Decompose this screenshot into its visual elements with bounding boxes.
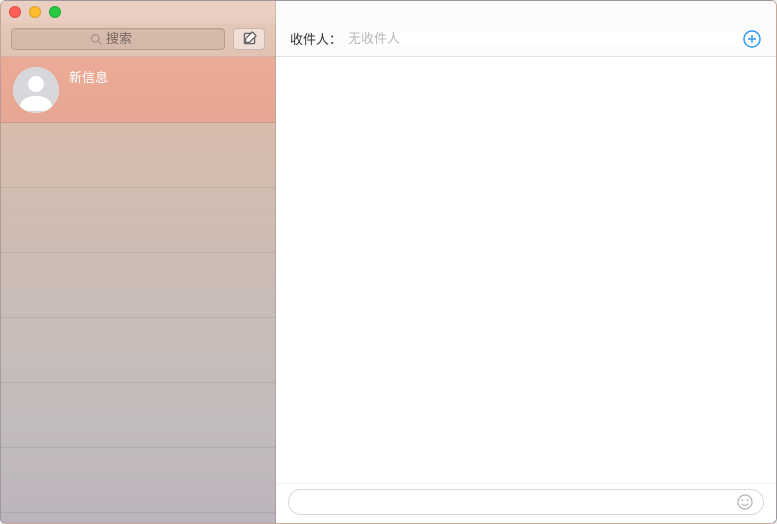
maximize-button[interactable] [49, 6, 61, 18]
person-icon [13, 67, 59, 113]
minimize-button[interactable] [29, 6, 41, 18]
compose-icon [242, 31, 257, 46]
search-icon [90, 33, 102, 45]
messages-window: 新信息 收件人： [0, 0, 777, 524]
message-input[interactable] [301, 495, 735, 510]
message-field[interactable] [288, 489, 764, 515]
chat-body [276, 57, 776, 483]
search-field[interactable] [11, 28, 225, 50]
recipient-label: 收件人： [290, 29, 342, 48]
list-item [1, 318, 275, 383]
input-bar [276, 483, 776, 523]
titlebar [1, 1, 776, 23]
compose-button[interactable] [233, 28, 265, 50]
conversation-item[interactable]: 新信息 [1, 57, 275, 123]
add-recipient-button[interactable] [742, 29, 762, 49]
sidebar: 新信息 [1, 1, 276, 523]
conversation-title: 新信息 [69, 67, 108, 86]
main-panel: 收件人： [276, 1, 776, 523]
window-body: 新信息 收件人： [1, 1, 776, 523]
list-item [1, 253, 275, 318]
conversation-list: 新信息 [1, 57, 275, 523]
list-item [1, 383, 275, 448]
plus-circle-icon [743, 30, 761, 48]
close-button[interactable] [9, 6, 21, 18]
list-item [1, 123, 275, 188]
list-item [1, 448, 275, 513]
smiley-icon [737, 494, 753, 510]
search-input[interactable] [106, 31, 146, 46]
list-item [1, 188, 275, 253]
emoji-button[interactable] [735, 492, 755, 512]
recipient-input[interactable] [348, 31, 742, 46]
avatar [13, 67, 59, 113]
